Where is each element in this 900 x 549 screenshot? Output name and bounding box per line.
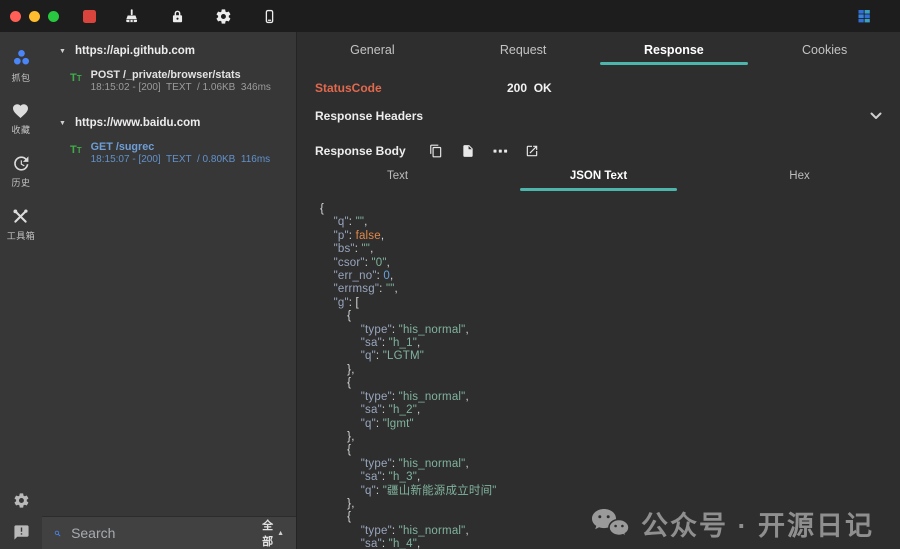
capture-icon: [11, 48, 32, 68]
json-line: {: [320, 310, 900, 323]
phone-mirror-icon[interactable]: [260, 7, 278, 25]
request-meta: 18:15:07 - [200] TEXT / 0.80KB 116ms: [91, 154, 271, 165]
search-filter-dropdown[interactable]: 全部 ▲: [262, 517, 284, 549]
sidebar-item-toolbox[interactable]: 工具箱: [7, 207, 36, 242]
clean-icon[interactable]: [122, 7, 140, 25]
wechat-icon: [590, 507, 630, 541]
settings-icon[interactable]: [214, 7, 232, 25]
copy-icon[interactable]: [429, 143, 444, 158]
host-url: https://www.baidu.com: [75, 117, 200, 129]
encoding-dots-icon[interactable]: [493, 143, 508, 158]
minimize-window-button[interactable]: [29, 11, 40, 22]
json-line: "type": "his_normal",: [320, 324, 900, 337]
record-stop-button[interactable]: [83, 10, 96, 23]
status-code-label: StatusCode: [315, 81, 507, 95]
json-line: },: [320, 364, 900, 377]
close-window-button[interactable]: [10, 11, 21, 22]
response-body-row: Response Body: [297, 133, 900, 160]
open-in-new-icon[interactable]: [525, 143, 540, 158]
json-line: "errmsg": "",: [320, 283, 900, 296]
search-input[interactable]: [69, 524, 254, 542]
sidebar-item-history[interactable]: 历史: [11, 154, 30, 189]
side-rail: 抓包 收藏 历史: [0, 32, 42, 549]
text-type-icon: TT: [70, 70, 82, 85]
json-line: "sa": "h_1",: [320, 337, 900, 350]
request-method-path: POST /_private/browser/stats: [91, 69, 271, 81]
request-method-path: GET /sugrec: [91, 141, 271, 153]
json-line: "type": "his_normal",: [320, 458, 900, 471]
json-line: "type": "his_normal",: [320, 391, 900, 404]
favorites-heart-icon: [11, 102, 30, 120]
tab-json-text[interactable]: JSON Text: [498, 170, 699, 182]
tab-cookies[interactable]: Cookies: [749, 43, 900, 57]
search-filter-label: 全部: [262, 517, 273, 549]
search-bar: 全部 ▲: [42, 516, 296, 549]
layout-grid-icon[interactable]: [856, 8, 872, 24]
settings-gear-icon[interactable]: [0, 492, 42, 509]
json-line: "sa": "h_3",: [320, 471, 900, 484]
response-headers-row[interactable]: Response Headers: [297, 99, 900, 133]
request-row-github-stats[interactable]: TT POST /_private/browser/stats 18:15:02…: [42, 69, 296, 93]
status-row: StatusCode 200 OK: [297, 65, 900, 99]
json-line: "q": "LGTM": [320, 350, 900, 363]
json-line: {: [320, 203, 900, 216]
ssl-lock-icon[interactable]: [168, 7, 186, 25]
watermark-text: 公众号 · 开源日记: [641, 504, 874, 543]
detail-panel: General Request Response Cookies StatusC…: [297, 32, 900, 549]
chevron-down-icon[interactable]: [870, 112, 882, 120]
json-line: "g": [: [320, 297, 900, 310]
collapse-caret-icon[interactable]: ▼: [59, 48, 66, 55]
response-body-label: Response Body: [315, 144, 406, 158]
collapse-caret-icon[interactable]: ▼: [59, 120, 66, 127]
json-line: "csor": "0",: [320, 257, 900, 270]
text-type-icon: TT: [70, 142, 82, 157]
watermark: 公众号 · 开源日记: [590, 504, 874, 543]
json-line: "sa": "h_2",: [320, 404, 900, 417]
rail-label-capture: 抓包: [11, 71, 30, 84]
sidebar-item-favorites[interactable]: 收藏: [11, 102, 30, 136]
window-controls: [10, 11, 59, 22]
json-line: {: [320, 444, 900, 457]
json-line: "p": false,: [320, 230, 900, 243]
detail-tabs: General Request Response Cookies: [297, 34, 900, 65]
host-url: https://api.github.com: [75, 45, 195, 57]
json-line: {: [320, 377, 900, 390]
rail-label-favorites: 收藏: [11, 123, 30, 136]
json-body[interactable]: { "q": "", "p": false, "bs": "", "csor":…: [297, 203, 900, 549]
json-line: "q": "",: [320, 216, 900, 229]
rail-label-toolbox: 工具箱: [7, 229, 36, 242]
body-format-tabs: Text JSON Text Hex: [297, 162, 900, 189]
feedback-icon[interactable]: [0, 524, 42, 541]
json-line: "q": "lgmt": [320, 418, 900, 431]
proxy-capture-app: 抓包 收藏 历史: [0, 0, 900, 549]
tab-general[interactable]: General: [297, 43, 448, 57]
sidebar-item-capture[interactable]: 抓包: [11, 48, 32, 84]
search-icon: [54, 526, 61, 541]
json-line: "bs": "",: [320, 243, 900, 256]
json-line: "q": "疆山新能源成立时间": [320, 485, 900, 498]
response-headers-label: Response Headers: [315, 109, 423, 123]
history-icon: [11, 154, 30, 173]
request-row-baidu-sugrec[interactable]: TT GET /sugrec 18:15:07 - [200] TEXT / 0…: [42, 141, 296, 165]
host-group-github[interactable]: ▼ https://api.github.com: [42, 38, 296, 64]
request-list-panel: ▼ https://api.github.com TT POST /_priva…: [42, 32, 297, 549]
tab-hex[interactable]: Hex: [699, 170, 900, 182]
host-group-baidu[interactable]: ▼ https://www.baidu.com: [42, 110, 296, 136]
tab-response[interactable]: Response: [599, 43, 750, 57]
status-code-value: 200 OK: [507, 81, 552, 95]
request-meta: 18:15:02 - [200] TEXT / 1.06KB 346ms: [91, 82, 271, 93]
json-line: "err_no": 0,: [320, 270, 900, 283]
toolbox-icon: [11, 207, 30, 226]
export-file-icon[interactable]: [461, 143, 476, 158]
rail-label-history: 历史: [11, 176, 30, 189]
tab-request[interactable]: Request: [448, 43, 599, 57]
json-line: },: [320, 431, 900, 444]
zoom-window-button[interactable]: [48, 11, 59, 22]
caret-up-icon: ▲: [277, 530, 284, 537]
tab-text[interactable]: Text: [297, 170, 498, 182]
title-bar: [0, 0, 900, 32]
